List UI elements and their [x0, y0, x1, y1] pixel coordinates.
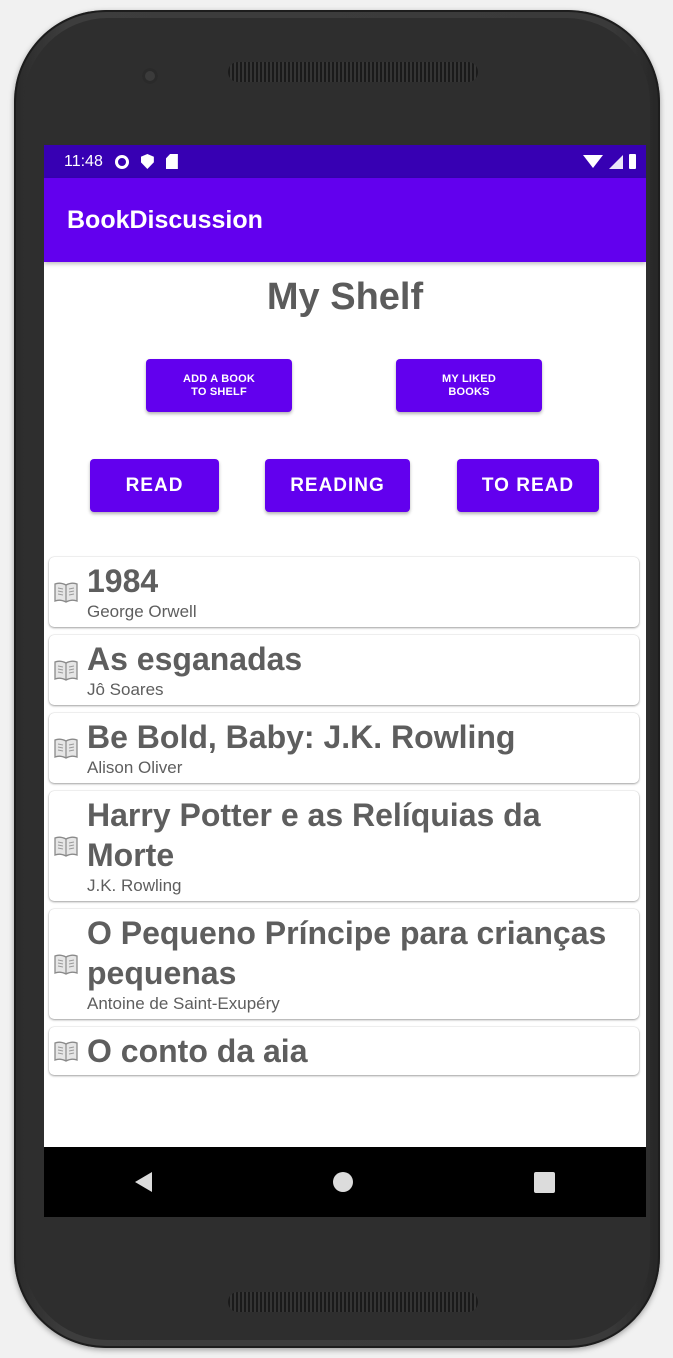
shield-icon [140, 154, 154, 169]
filter-reading-button[interactable]: READING [265, 459, 410, 512]
book-card[interactable]: O Pequeno Príncipe para crianças pequena… [49, 909, 639, 1019]
book-card[interactable]: As esganadas Jô Soares [49, 635, 639, 705]
book-card[interactable]: 1984 George Orwell [49, 557, 639, 627]
app-bar: BookDiscussion [44, 178, 646, 262]
liked-books-button[interactable]: MY LIKED BOOKS [396, 359, 542, 412]
book-title: O conto da aia [87, 1033, 308, 1069]
book-author: George Orwell [87, 602, 197, 621]
book-title: 1984 [87, 563, 159, 599]
front-camera [142, 68, 158, 84]
back-icon[interactable] [134, 1172, 152, 1192]
wifi-icon [583, 155, 603, 168]
app-title: BookDiscussion [67, 205, 263, 234]
status-time: 11:48 [64, 152, 103, 170]
book-title: Harry Potter e as Relíquias da Morte [87, 797, 541, 873]
recents-icon[interactable] [534, 1171, 556, 1193]
book-list: 1984 George Orwell As esganadas Jô Soares Be… [49, 557, 639, 1083]
bottom-speaker [228, 1292, 478, 1312]
book-card[interactable]: O conto da aia [49, 1027, 639, 1075]
filter-read-button[interactable]: READ [90, 459, 219, 512]
book-icon [49, 580, 83, 604]
book-author: Alison Oliver [87, 758, 183, 777]
navigation-bar [44, 1147, 646, 1217]
book-author: J.K. Rowling [87, 876, 182, 895]
add-book-button[interactable]: ADD A BOOK TO SHELF [146, 359, 292, 412]
filter-to-read-button[interactable]: TO READ [457, 459, 599, 512]
sd-card-icon [165, 154, 178, 169]
book-icon [49, 834, 83, 858]
book-icon [49, 658, 83, 682]
book-title: As esganadas [87, 641, 303, 677]
page-title: My Shelf [266, 276, 424, 318]
status-bar: 11:48 [44, 145, 646, 178]
book-icon [49, 1039, 83, 1063]
book-title: O Pequeno Príncipe para crianças pequena… [87, 915, 607, 991]
battery-icon [629, 154, 636, 169]
book-icon [49, 952, 83, 976]
book-card[interactable]: Harry Potter e as Relíquias da Morte J.K.… [49, 791, 639, 901]
book-title: Be Bold, Baby: J.K. Rowling [87, 719, 516, 755]
signal-icon [609, 154, 623, 169]
device-screen: 11:48 BookDiscussion My Shelf ADD A BOOK… [44, 145, 646, 1217]
book-icon [49, 736, 83, 760]
gear-icon [114, 154, 129, 169]
earpiece-speaker [228, 62, 478, 82]
book-author: Jô Soares [87, 680, 164, 699]
book-author: Antoine de Saint-Exupéry [87, 994, 280, 1013]
book-card[interactable]: Be Bold, Baby: J.K. Rowling Alison Oliver [49, 713, 639, 783]
home-icon[interactable] [332, 1172, 353, 1192]
